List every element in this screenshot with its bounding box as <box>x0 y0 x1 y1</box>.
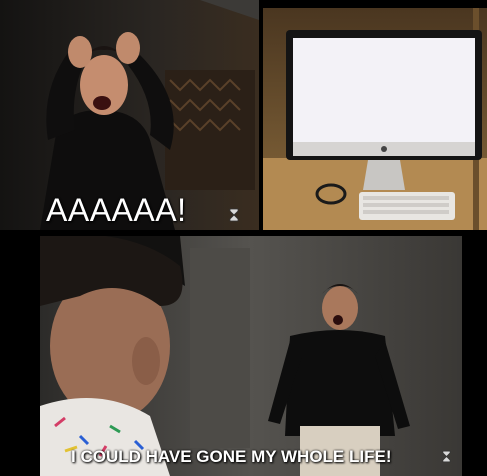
hourglass-icon <box>229 208 239 222</box>
caption-top: AAAAAA! <box>46 192 187 228</box>
monitor-scene <box>263 8 487 230</box>
hourglass-icon <box>442 450 451 463</box>
confrontation-scene <box>40 236 462 476</box>
panel-confrontation <box>40 236 462 476</box>
panel-blank-monitor <box>263 8 487 230</box>
panel-screaming-man: AAAAAA! <box>0 0 259 230</box>
caption-bottom: I COULD HAVE GONE MY WHOLE LIFE! <box>71 447 392 466</box>
